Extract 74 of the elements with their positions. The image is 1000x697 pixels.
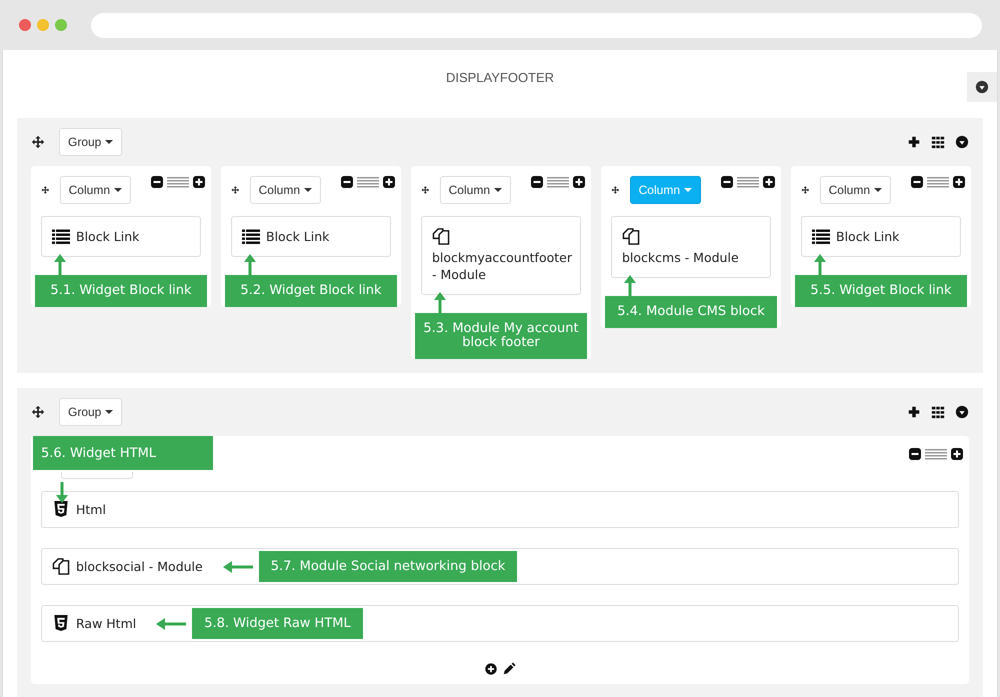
widget-label: blockmyaccountfooter - Module [432,249,572,283]
copy-icon [432,228,450,245]
column-dropdown[interactable]: Column [250,176,321,204]
plus-square-icon[interactable] [951,448,963,460]
widget-label: Raw Html [76,615,136,632]
column-dropdown[interactable]: Column [440,176,511,204]
group-dropdown[interactable]: Group [59,128,122,156]
callout-label: 5.5. Widget Block link [795,275,967,307]
callout-arrow [623,274,637,296]
widget-card[interactable]: blockcms - Module [611,216,771,278]
html5-shield-icon [52,615,70,632]
callout-arrow [243,253,257,275]
move-icon[interactable] [31,405,45,419]
callout-label: 5.2. Widget Block link [225,275,397,307]
copy-icon [622,228,640,245]
collapse-button[interactable] [967,72,997,102]
column-dropdown[interactable]: Column [820,176,891,204]
callout-label: 5.8. Widget Raw HTML [192,608,363,639]
copy-icon [52,558,70,575]
widget-label: Block Link [836,228,900,245]
move-icon[interactable] [31,135,45,149]
callout-label: 5.6. Widget HTML [33,436,213,470]
plus-icon[interactable] [907,135,921,149]
callout-arrow [156,616,186,630]
list-icon [812,228,830,245]
pencil-icon[interactable] [502,662,516,676]
grid-icon[interactable] [931,135,945,149]
minus-square-icon[interactable] [721,176,733,188]
list-icon [52,228,70,245]
plus-square-icon[interactable] [763,176,775,188]
circle-down-icon [975,80,989,94]
callout-arrow [222,560,253,574]
column-dropdown[interactable]: Column [60,176,131,204]
minus-square-icon[interactable] [531,176,543,188]
circle-down-icon[interactable] [955,135,969,149]
group-dropdown[interactable]: Group [59,398,122,426]
plus-icon[interactable] [907,405,921,419]
callout-label: 5.3. Module My account block footer [415,313,587,359]
callout-label: 5.7. Module Social networking block [258,551,518,582]
grid-icon[interactable] [931,405,945,419]
widget-label: blocksocial - Module [76,558,203,575]
minus-square-icon[interactable] [911,176,923,188]
circle-down-icon[interactable] [955,405,969,419]
widget-card[interactable]: Block Link [231,216,391,257]
minimize-dot[interactable] [37,19,49,31]
add-circle-icon[interactable] [484,662,498,676]
callout-arrow [53,253,67,275]
widget-label: Block Link [266,228,330,245]
widget-card[interactable]: Raw Html 5.8. Widget Raw HTML [41,605,959,642]
html5-shield-icon [52,501,70,518]
minus-square-icon[interactable] [151,176,163,188]
hook-title: DISPLAYFOOTER [446,70,554,87]
callout-arrow [813,253,827,275]
widget-label: Html [76,501,106,518]
widget-card[interactable]: blocksocial - Module 5.7. Module Social networking block [41,548,959,585]
callout-label: 5.1. Widget Block link [35,275,207,307]
plus-square-icon[interactable] [193,176,205,188]
widget-label: Block Link [76,228,140,245]
plus-square-icon[interactable] [383,176,395,188]
maximize-dot[interactable] [55,19,67,31]
callout-arrow [433,291,447,313]
callout-arrow [55,482,69,504]
callout-label: 5.4. Module CMS block [605,296,777,328]
widget-card[interactable]: blockmyaccountfooter - Module [421,216,581,295]
plus-square-icon[interactable] [953,176,965,188]
widget-card[interactable]: Block Link [41,216,201,257]
minus-square-icon[interactable] [341,176,353,188]
widget-card[interactable]: Html [41,491,959,528]
minus-square-icon[interactable] [909,448,921,460]
list-icon [242,228,260,245]
close-dot[interactable] [19,19,31,31]
plus-square-icon[interactable] [573,176,585,188]
widget-label: blockcms - Module [622,249,739,266]
widget-card[interactable]: Block Link [801,216,961,257]
